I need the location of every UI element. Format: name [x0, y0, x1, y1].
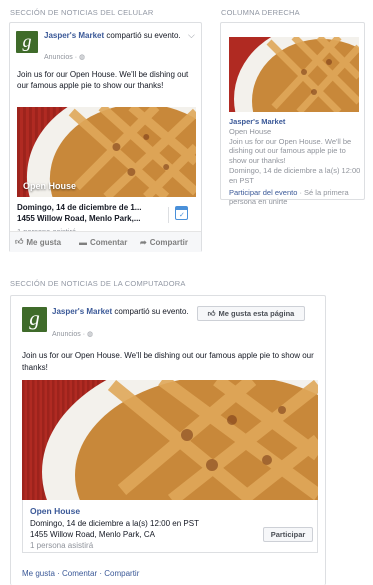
mobile-event-info[interactable]: Domingo, 14 de diciembre de 1... 1455 Wi…: [17, 203, 167, 224]
desktop-ad-card: g Jasper's Market compartió su evento. A…: [10, 295, 326, 585]
comment-link[interactable]: Comentar: [62, 569, 97, 578]
comment-button[interactable]: ▬ Comentar: [73, 238, 136, 247]
ad-body: Join us for our Open House. We'll be dis…: [229, 136, 352, 166]
like-button[interactable]: 👍︎ Me gusta: [10, 237, 73, 247]
thumbs-up-icon: 👍︎: [207, 308, 216, 318]
share-icon: ➦: [140, 237, 147, 247]
shared-event-text: compartió su evento.: [112, 307, 189, 316]
event-location: 1455 Willow Road, Menlo Park,...: [17, 213, 141, 223]
mobile-ad-header: Jasper's Market compartió su evento.: [44, 31, 184, 42]
thumbs-up-icon: 👍︎: [15, 237, 24, 246]
event-details: Domingo, 14 de diciembre a la(s) 12:00 e…: [30, 518, 199, 551]
desktop-ad-header: Jasper's Market compartió su evento.: [52, 307, 192, 318]
event-date: Domingo, 14 de diciembre a la(s) 12:00 e…: [30, 519, 199, 528]
like-link[interactable]: Me gusta: [22, 569, 55, 578]
like-page-button[interactable]: 👍︎ Me gusta esta página: [197, 306, 305, 321]
apple-pie-image-right[interactable]: [229, 37, 359, 112]
event-location: 1455 Willow Road, Menlo Park, CA: [30, 530, 155, 539]
sponsored-label: Anuncios · ◍: [44, 54, 86, 61]
calendar-icon[interactable]: ✓: [175, 206, 188, 220]
attendance-count: 1 persona asistirá: [30, 541, 94, 550]
mobile-ad-card: g Jasper's Market compartió su evento. A…: [9, 22, 202, 252]
image-caption: Open House: [23, 181, 77, 191]
comment-icon: ▬: [79, 237, 88, 247]
join-event-line: Participar del evento · Sé la primera pe…: [229, 187, 349, 207]
apple-pie-illustration: [229, 37, 359, 112]
globe-icon: ◍: [87, 331, 94, 338]
desktop-action-links: Me gusta · Comentar · Compartir: [22, 569, 140, 578]
event-date: Domingo, 14 de diciembre de 1...: [17, 203, 142, 212]
jaspers-market-logo[interactable]: g: [22, 307, 47, 332]
jaspers-market-logo[interactable]: g: [16, 31, 38, 53]
join-event-link[interactable]: Participar del evento: [229, 188, 297, 197]
right-column-ad-text: Jasper's Market Open House Join us for o…: [229, 117, 363, 207]
shared-event-text: compartió su evento.: [104, 31, 181, 40]
apple-pie-image[interactable]: Open House: [17, 107, 196, 197]
apple-pie-illustration: [22, 380, 318, 500]
join-button[interactable]: Participar: [263, 527, 313, 542]
mobile-action-bar: 👍︎ Me gusta ▬ Comentar ➦ Compartir: [10, 231, 201, 252]
chevron-down-icon[interactable]: ⌵: [188, 30, 195, 41]
desktop-event-info[interactable]: Open House Domingo, 14 de diciembre a la…: [22, 500, 318, 553]
right-column-section-label: COLUMNA DERECHA: [221, 8, 300, 17]
mobile-section-label: SECCIÓN DE NOTICIAS DEL CELULAR: [10, 8, 154, 17]
mobile-ad-body: Join us for our Open House. We'll be dis…: [17, 70, 189, 90]
share-link[interactable]: Compartir: [104, 569, 139, 578]
event-date: Domingo, 14 de diciembre a la(s) 12:00 e…: [229, 165, 361, 185]
desktop-section-label: SECCIÓN DE NOTICIAS DE LA COMPUTADORA: [10, 279, 186, 288]
event-title: Open House: [229, 126, 272, 136]
desktop-ad-body: Join us for our Open House. We'll be dis…: [22, 351, 314, 372]
event-title-link[interactable]: Open House: [30, 506, 80, 516]
sponsored-label: Anuncios · ◍: [52, 331, 94, 338]
globe-icon: ◍: [79, 54, 86, 61]
page-name-link[interactable]: Jasper's Market: [52, 307, 112, 316]
page-name-link[interactable]: Jasper's Market: [229, 117, 363, 127]
right-column-ad-card: Jasper's Market Open House Join us for o…: [220, 22, 365, 206]
page-name-link[interactable]: Jasper's Market: [44, 31, 104, 40]
share-button[interactable]: ➦ Compartir: [136, 238, 201, 247]
apple-pie-image[interactable]: [22, 380, 318, 500]
